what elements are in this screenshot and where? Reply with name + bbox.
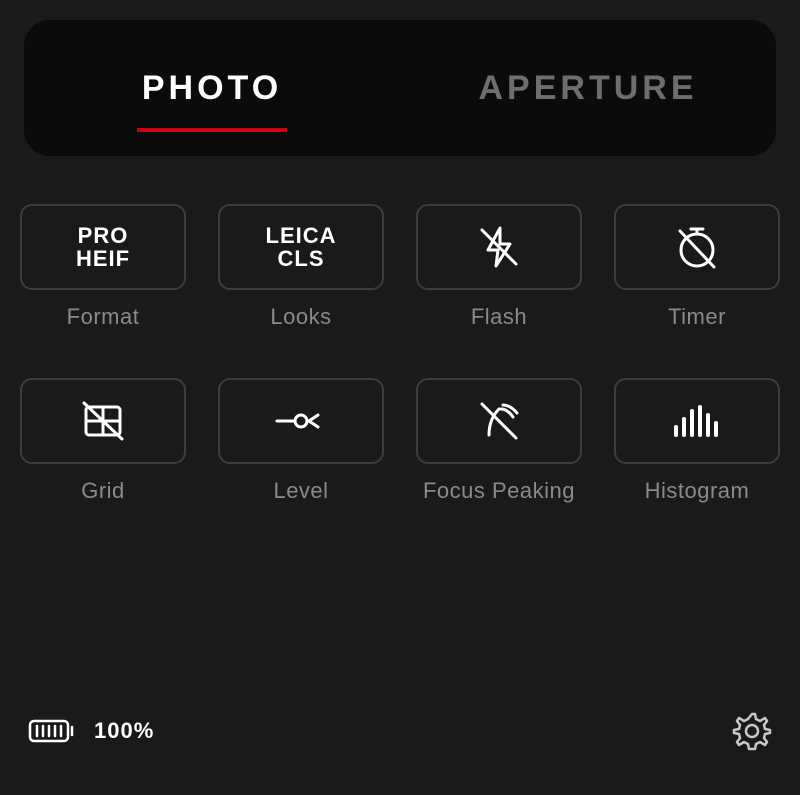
tab-photo[interactable]: PHOTO xyxy=(24,20,400,156)
grid-button[interactable] xyxy=(20,378,186,464)
timer-off-icon xyxy=(671,221,723,273)
grid-off-icon xyxy=(77,395,129,447)
option-focus-peaking: Focus Peaking xyxy=(410,378,588,504)
format-icon: PROHEIF xyxy=(76,224,130,270)
flash-label: Flash xyxy=(471,304,527,330)
looks-button[interactable]: LEICACLS xyxy=(218,204,384,290)
grid-label: Grid xyxy=(81,478,125,504)
tab-aperture[interactable]: APERTURE xyxy=(400,20,776,156)
focus-peaking-label: Focus Peaking xyxy=(423,478,575,504)
option-level: Level xyxy=(212,378,390,504)
battery-status: 100% xyxy=(28,717,154,745)
flash-off-icon xyxy=(474,222,524,272)
looks-label: Looks xyxy=(270,304,331,330)
focus-peaking-button[interactable] xyxy=(416,378,582,464)
looks-icon: LEICACLS xyxy=(266,224,337,270)
battery-icon xyxy=(28,717,76,745)
format-label: Format xyxy=(67,304,140,330)
option-looks: LEICACLS Looks xyxy=(212,204,390,330)
level-icon xyxy=(271,401,331,441)
timer-button[interactable] xyxy=(614,204,780,290)
option-flash: Flash xyxy=(410,204,588,330)
level-label: Level xyxy=(273,478,328,504)
timer-label: Timer xyxy=(668,304,726,330)
option-format: PROHEIF Format xyxy=(14,204,192,330)
camera-settings-panel: PHOTO APERTURE PROHEIF Format LEICACLS L… xyxy=(0,0,800,795)
options-grid: PROHEIF Format LEICACLS Looks xyxy=(14,204,786,504)
histogram-button[interactable] xyxy=(614,378,780,464)
option-grid: Grid xyxy=(14,378,192,504)
level-button[interactable] xyxy=(218,378,384,464)
format-button[interactable]: PROHEIF xyxy=(20,204,186,290)
option-histogram: Histogram xyxy=(608,378,786,504)
footer: 100% xyxy=(0,711,800,795)
histogram-label: Histogram xyxy=(645,478,750,504)
mode-tabbar: PHOTO APERTURE xyxy=(24,20,776,156)
focus-peaking-off-icon xyxy=(473,395,525,447)
option-timer: Timer xyxy=(608,204,786,330)
battery-percent: 100% xyxy=(94,718,154,744)
gear-icon xyxy=(732,711,772,751)
histogram-icon xyxy=(670,401,724,441)
flash-button[interactable] xyxy=(416,204,582,290)
settings-button[interactable] xyxy=(732,711,772,751)
